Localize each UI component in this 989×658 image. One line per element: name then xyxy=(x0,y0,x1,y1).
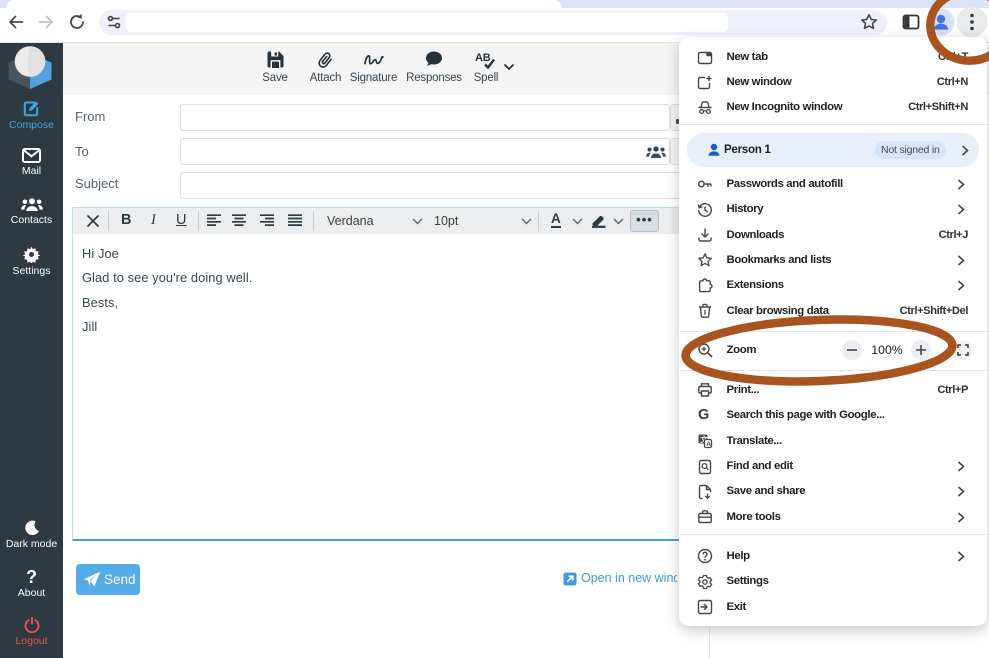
svg-text:AB: AB xyxy=(475,52,491,64)
svg-text:A: A xyxy=(706,441,711,448)
